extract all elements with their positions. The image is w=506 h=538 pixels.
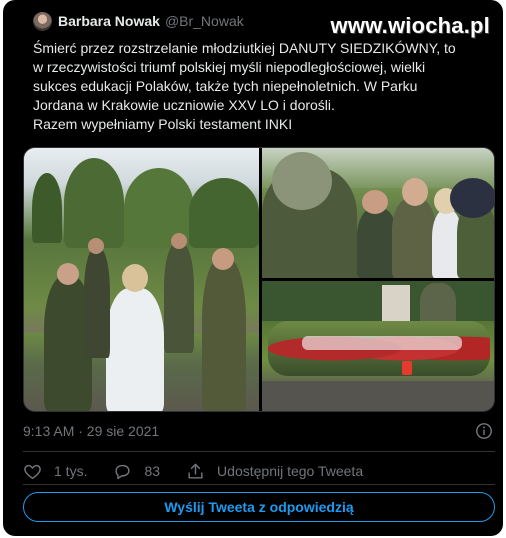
tweet-text-line: w rzeczywistości triumf polskiej myśli n… — [33, 59, 426, 75]
photo-scouts-closeup[interactable] — [262, 148, 494, 278]
speech-bubble-icon — [115, 464, 131, 479]
tweet-text-line: Razem wypełniamy Polski testament INKI — [33, 116, 293, 132]
author-name[interactable]: Barbara Nowak — [58, 13, 160, 29]
tweet-text-line: Śmierć przez rozstrzelanie młodziutkiej … — [33, 40, 456, 56]
info-icon[interactable] — [475, 422, 493, 440]
watermark: www.wiocha.pl — [330, 13, 490, 38]
photo-memorial-flowers[interactable] — [262, 281, 494, 411]
divider — [23, 484, 495, 485]
avatar[interactable] — [33, 11, 52, 31]
tweet-card: Barbara Nowak @Br_Nowak www.wiocha.pl Śm… — [3, 0, 503, 536]
like-button[interactable]: 1 tys. — [23, 462, 87, 481]
tweet-text-line: Jordana w Krakowie uczniowie XXV LO i do… — [33, 97, 335, 113]
heart-icon — [24, 464, 41, 479]
reply-action-button[interactable]: 83 — [113, 462, 160, 481]
tweet-text: Śmierć przez rozstrzelanie młodziutkiej … — [33, 39, 483, 134]
media-grid — [23, 147, 495, 412]
share-button[interactable]: Udostępnij tego Tweeta — [186, 462, 363, 481]
photo-students-in-park[interactable] — [24, 148, 259, 411]
share-upload-icon — [188, 463, 203, 479]
send-reply-tweet-button[interactable]: Wyślij Tweeta z odpowiedzią — [23, 492, 495, 522]
divider — [23, 451, 495, 452]
tweet-actions: 1 tys. 83 Udostępnij tego Tweeta — [23, 460, 389, 482]
tweet-header: Barbara Nowak @Br_Nowak — [33, 11, 244, 31]
author-handle[interactable]: @Br_Nowak — [165, 13, 244, 29]
tweet-text-line: sukces edukacji Polaków, także tych niep… — [33, 78, 418, 94]
share-label: Udostępnij tego Tweeta — [217, 463, 364, 479]
like-count: 1 tys. — [54, 463, 88, 479]
tweet-timestamp[interactable]: 9:13 AM · 29 sie 2021 — [23, 423, 159, 439]
reply-count: 83 — [144, 463, 161, 479]
